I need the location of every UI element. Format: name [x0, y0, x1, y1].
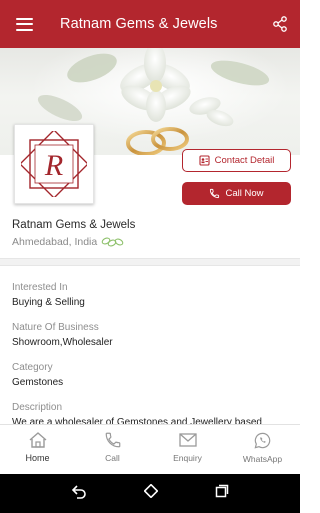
nav-whatsapp-label: WhatsApp — [242, 454, 283, 464]
logo-letter: R — [44, 149, 63, 182]
nav-enquiry[interactable]: Enquiry — [150, 425, 225, 474]
business-name: Ratnam Gems & Jewels — [12, 219, 136, 231]
link-chain-icon — [101, 237, 124, 247]
system-navigation-bar — [0, 474, 300, 513]
mail-icon — [178, 433, 197, 447]
nature-of-business-label: Nature Of Business — [12, 322, 99, 333]
description-label: Description — [12, 402, 63, 413]
recents-button[interactable] — [215, 484, 229, 503]
phone-icon — [105, 432, 120, 448]
nav-home-label: Home — [25, 453, 50, 463]
nav-whatsapp[interactable]: WhatsApp — [225, 425, 300, 474]
call-now-label: Call Now — [225, 188, 264, 199]
nav-home[interactable]: Home — [0, 425, 75, 474]
nav-call[interactable]: Call — [75, 425, 150, 474]
category-value: Gemstones — [12, 377, 64, 388]
interested-in-value: Buying & Selling — [12, 297, 85, 308]
app-title: Ratnam Gems & Jewels — [60, 16, 218, 32]
share-icon — [273, 16, 287, 32]
back-arrow-icon — [71, 485, 86, 499]
call-now-button[interactable]: Call Now — [182, 182, 291, 205]
home-square-icon — [143, 483, 159, 499]
section-divider — [0, 258, 300, 266]
home-icon — [29, 432, 46, 448]
phone-icon — [210, 188, 220, 199]
interested-in-label: Interested In — [12, 282, 68, 293]
share-button[interactable] — [260, 0, 300, 48]
business-logo: R — [14, 124, 94, 204]
menu-button[interactable] — [0, 0, 48, 48]
nature-of-business-value: Showroom,Wholesaler — [12, 337, 113, 348]
contact-detail-label: Contact Detail — [214, 155, 275, 166]
nav-enquiry-label: Enquiry — [173, 453, 202, 463]
bottom-navigation: Home Call Enquiry WhatsApp — [0, 424, 300, 474]
contact-detail-button[interactable]: Contact Detail — [182, 149, 291, 172]
location-text: Ahmedabad, India — [12, 236, 98, 248]
app-bar: Ratnam Gems & Jewels — [0, 0, 300, 48]
whatsapp-icon — [254, 432, 271, 449]
home-system-button[interactable] — [143, 483, 159, 503]
nav-call-label: Call — [105, 453, 120, 463]
hamburger-menu-icon — [15, 17, 33, 31]
contact-card-icon — [199, 155, 210, 166]
category-label: Category — [12, 362, 53, 373]
ratnam-logo: R — [21, 131, 87, 197]
recents-icon — [216, 484, 229, 498]
back-button[interactable] — [71, 483, 87, 504]
business-location: Ahmedabad, India — [12, 236, 126, 248]
